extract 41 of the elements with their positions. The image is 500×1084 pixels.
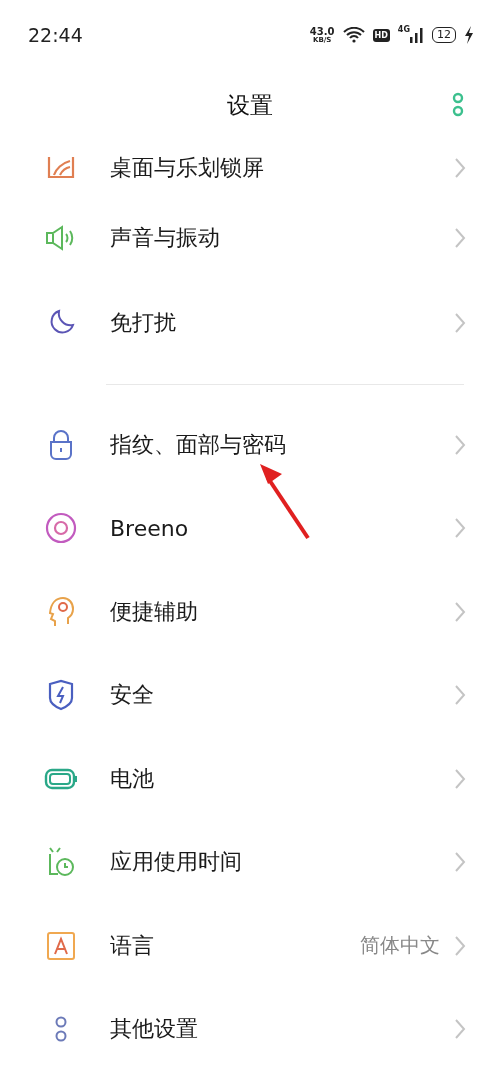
battery-level: 12 xyxy=(432,27,456,43)
settings-item[interactable]: 其他设置 xyxy=(0,987,500,1071)
settings-item[interactable]: 语言 简体中文 xyxy=(0,904,500,988)
timer-icon xyxy=(46,846,76,879)
signal-icon xyxy=(410,27,424,43)
chevron-right-icon xyxy=(454,517,466,540)
network-speed: 43.0 xyxy=(309,26,335,37)
battery-icon xyxy=(44,767,78,790)
status-time: 22:44 xyxy=(28,24,83,46)
chevron-right-icon xyxy=(454,1018,466,1041)
chevron-right-icon xyxy=(454,226,466,249)
letter-a-icon xyxy=(46,930,76,961)
wifi-icon xyxy=(342,27,365,43)
target-circle-icon xyxy=(45,512,77,545)
settings-item[interactable]: 应用使用时间 xyxy=(0,820,500,904)
settings-item[interactable]: 声音与振动 xyxy=(0,195,500,280)
hd-badge: HD xyxy=(372,28,390,42)
settings-item[interactable]: 免打扰 xyxy=(0,280,500,365)
chevron-right-icon xyxy=(454,684,466,707)
chevron-right-icon xyxy=(454,311,466,334)
settings-item[interactable]: 指纹、面部与密码 xyxy=(0,403,500,487)
chevron-right-icon xyxy=(454,767,466,790)
network-type: 4G xyxy=(397,25,410,34)
chevron-right-icon xyxy=(454,851,466,874)
chevron-right-icon xyxy=(454,934,466,957)
more-options-icon[interactable] xyxy=(452,92,464,118)
settings-item[interactable]: 便捷辅助 xyxy=(0,570,500,654)
chevron-right-icon xyxy=(454,156,466,179)
settings-item[interactable]: Breeno xyxy=(0,486,500,570)
settings-item[interactable]: 安全 xyxy=(0,653,500,737)
settings-item[interactable]: 电池 xyxy=(0,737,500,821)
chevron-right-icon xyxy=(454,600,466,623)
wallpaper-icon xyxy=(46,156,76,179)
head-icon xyxy=(47,595,75,628)
two-dots-icon xyxy=(54,1015,68,1044)
settings-item[interactable]: 桌面与乐划锁屏 xyxy=(0,140,500,195)
chevron-right-icon xyxy=(454,433,466,456)
padlock-icon xyxy=(48,428,74,461)
shield-icon xyxy=(47,679,75,712)
page-title: 设置 xyxy=(227,90,273,120)
charging-bolt-icon xyxy=(464,26,474,44)
